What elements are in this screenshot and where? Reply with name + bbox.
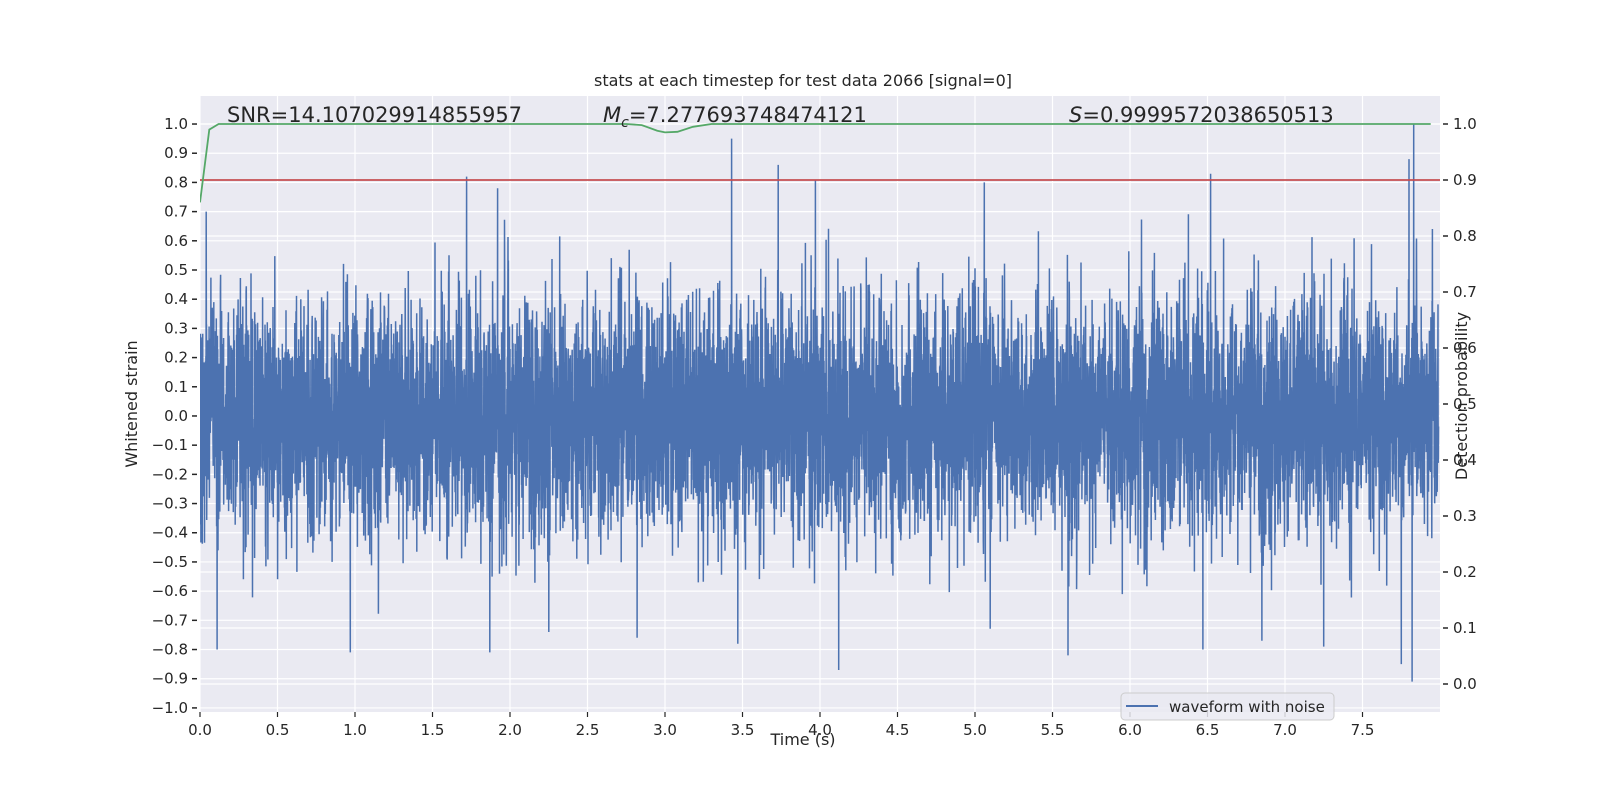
y-tick-label: −0.2 [152,465,188,483]
y-tick-label: 0.5 [164,261,188,279]
x-tick-label: 7.5 [1351,721,1375,739]
chirp-mass-value: =7.277693748474121 [629,103,867,127]
y-tick-label: −0.6 [152,582,188,600]
y-right-tick-label: 0.7 [1453,283,1477,301]
x-tick-label: 0.5 [266,721,290,739]
snr-annotation: SNR=14.107029914855957 [227,103,522,127]
y-tick-label: 1.0 [164,115,188,133]
y-tick-label: −0.9 [152,670,188,688]
chart-title: stats at each timestep for test data 206… [594,71,1012,90]
y-tick-label: 0.1 [164,378,188,396]
x-tick-label: 5.5 [1041,721,1065,739]
x-tick-label: 6.5 [1196,721,1220,739]
chart: 0.0 0.5 1.0 1.5 2.0 2.5 3.0 3.5 4.0 4.5 5.0 5.5 6.0 6… [122,71,1477,749]
x-tick-label: 5.0 [963,721,987,739]
x-tick-label: 2.5 [576,721,600,739]
x-tick-label: 6.0 [1118,721,1142,739]
chirp-mass-annotation: Mc=7.277693748474121 [603,103,867,131]
legend-label-waveform: waveform with noise [1169,698,1325,716]
y-tick-label: 0.8 [164,173,188,191]
y-tick-label: −0.8 [152,641,188,659]
y-axis-right-label: Detection probability [1452,312,1471,480]
y-right-tick-label: 1.0 [1453,115,1477,133]
y-tick-label: 0.4 [164,290,188,308]
y-right-tick-label: 0.2 [1453,563,1477,581]
y-right-tick-label: 0.8 [1453,227,1477,245]
s-symbol: S [1069,103,1082,127]
y-tick-label: 0.7 [164,203,188,221]
s-value: =0.9999572038650513 [1082,103,1333,127]
y-tick-label: 0.0 [164,407,188,425]
x-tick-label: 2.0 [498,721,522,739]
y-right-tick-label: 0.3 [1453,507,1477,525]
s-annotation: S=0.9999572038650513 [1069,103,1334,127]
y-tick-label: 0.9 [164,144,188,162]
y-right-tick-label: 0.0 [1453,675,1477,693]
chirp-mass-symbol: M [603,103,621,127]
y-right-tick-label: 0.9 [1453,171,1477,189]
x-tick-label: 0.0 [188,721,212,739]
y-tick-label: −0.1 [152,436,188,454]
y-axis-label: Whitened strain [122,340,141,467]
legend: waveform with noise [1120,692,1335,721]
x-tick-label: 3.5 [731,721,755,739]
x-tick-label: 1.5 [421,721,445,739]
x-tick-label: 1.0 [343,721,367,739]
y-right-tick-label: 0.1 [1453,619,1477,637]
y-tick-label: 0.3 [164,319,188,337]
y-tick-label: −1.0 [152,699,188,717]
x-axis-label: Time (s) [769,730,835,749]
y-tick-label: 0.2 [164,349,188,367]
y-tick-label: −0.5 [152,553,188,571]
x-tick-label: 4.5 [886,721,910,739]
x-tick-label: 7.0 [1273,721,1297,739]
y-tick-label: −0.7 [152,611,188,629]
y-tick-label: 0.6 [164,232,188,250]
y-tick-label: −0.4 [152,524,188,542]
y-tick-label: −0.3 [152,495,188,513]
x-tick-label: 3.0 [653,721,677,739]
